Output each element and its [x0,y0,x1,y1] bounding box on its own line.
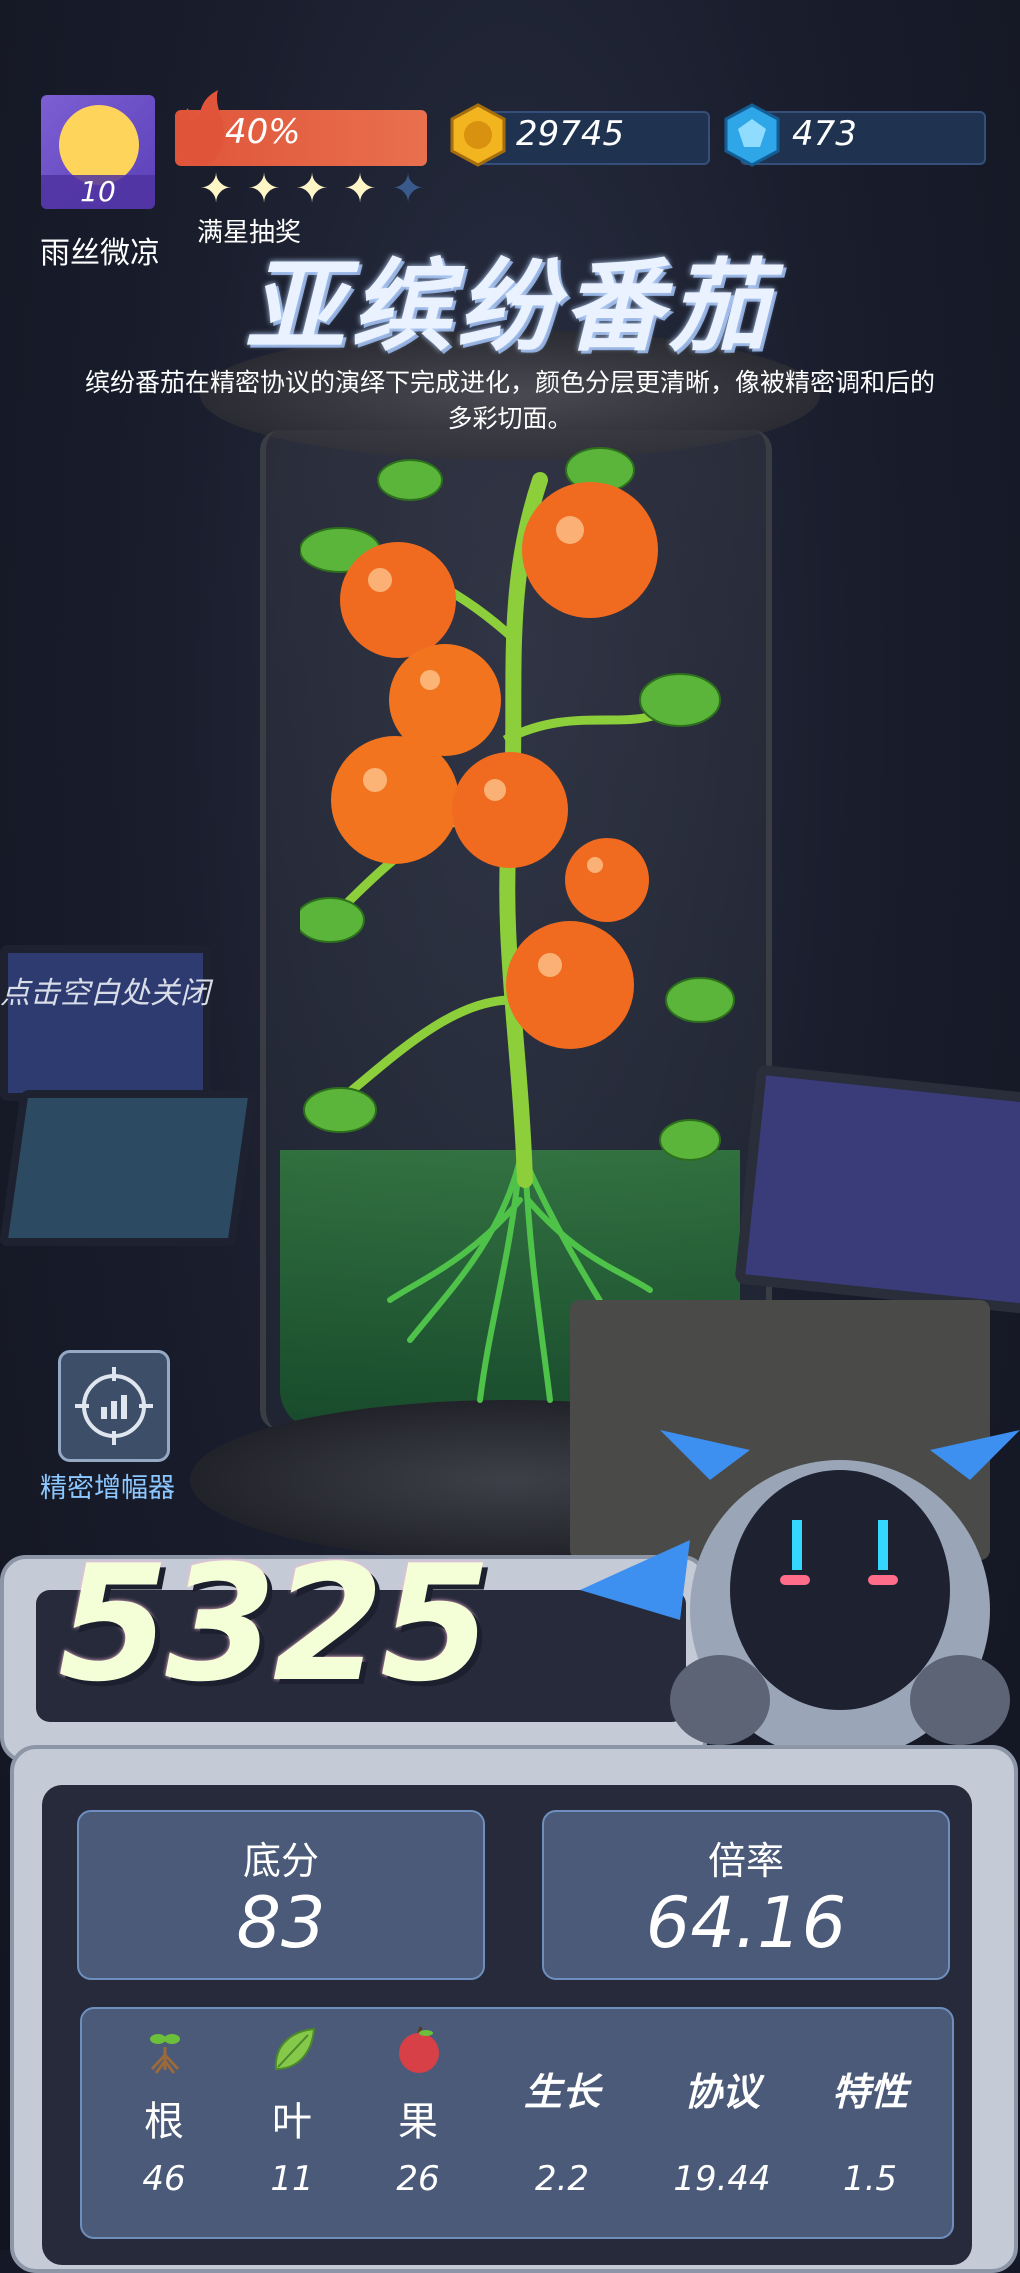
item-title: 亚缤纷番茄 [245,248,775,365]
coin-amount: 29745 [516,114,625,154]
attr-trait-value: 1.5 [842,2159,898,2199]
close-hint[interactable]: 点击空白处关闭 [0,968,210,1012]
precision-amplifier-label: 精密增幅器 [40,1473,175,1504]
star-progress-percent: 40% [225,112,301,152]
precision-amplifier-button[interactable] [58,1350,170,1462]
multiplier-card: 倍率 64.16 [542,1810,950,1980]
base-score-label: 底分 [242,1839,319,1883]
tomato-plant-image [300,447,735,1403]
root-icon [150,2034,180,2074]
leaf-icon [274,2027,316,2071]
attr-growth-value: 2.2 [534,2159,590,2199]
attr-fruit: 果 26 [358,2009,478,2237]
attr-trait: 特性 1.5 [810,2009,930,2237]
attr-protocol-name: 协议 [683,2070,760,2114]
attr-fruit-name: 果 [398,2099,438,2145]
attr-growth-name: 生长 [523,2070,600,2114]
attr-trait-name: 特性 [831,2070,908,2114]
base-score-card: 底分 83 [77,1810,485,1980]
attr-leaf-value: 11 [270,2159,314,2199]
flame-icon [176,90,225,166]
multiplier-label: 倍率 [707,1839,784,1883]
attr-root-name: 根 [144,2099,184,2145]
attributes-panel: 根 46 叶 11 果 26 生长 2.2 协议 19.44 特性 1.5 [80,2007,954,2239]
attr-growth: 生长 2.2 [502,2009,622,2237]
gem-amount: 473 [792,114,857,154]
star-rating: ✦ ✦ ✦ ✦ ✦ [195,168,435,212]
star-filled-icon: ✦ [343,166,377,212]
avatar-face-icon [59,105,139,185]
player-avatar[interactable]: 10 [41,95,155,209]
star-empty-icon: ✦ [391,166,425,212]
multiplier-value: 64.16 [645,1882,847,1964]
fruit-icon [399,2026,439,2073]
robot-mascot-image [580,1430,1020,1760]
attr-leaf-name: 叶 [272,2099,312,2145]
attr-protocol: 协议 19.44 [662,2009,782,2237]
item-description: 缤纷番茄在精密协议的演绎下完成进化，颜色分层更清晰，像被精密调和后的多彩切面。 [84,368,935,433]
attr-protocol-value: 19.44 [673,2159,771,2199]
coin-icon [450,103,506,167]
total-score: 5325 [58,1530,491,1717]
star-filled-icon: ✦ [295,166,329,212]
target-chart-icon [75,1367,153,1445]
star-filled-icon: ✦ [199,166,233,212]
attr-root-value: 46 [142,2159,186,2199]
right-monitor [734,1064,1020,1316]
attr-leaf: 叶 11 [232,2009,352,2237]
left-console-screen [0,1090,257,1246]
attr-root: 根 46 [104,2009,224,2237]
gem-icon [724,103,780,167]
player-level: 10 [41,175,155,209]
base-score-value: 83 [236,1882,326,1964]
star-filled-icon: ✦ [247,166,281,212]
attr-fruit-value: 26 [396,2159,440,2199]
